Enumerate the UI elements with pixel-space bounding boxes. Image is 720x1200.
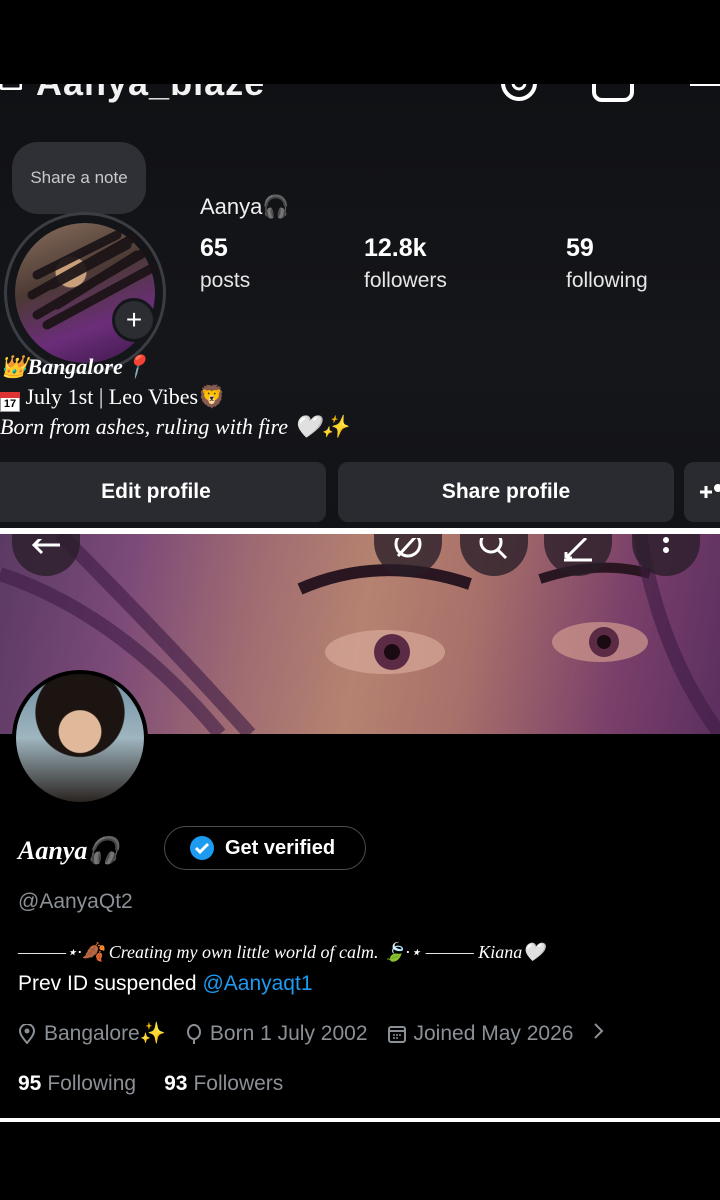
following-link[interactable]: 95 Following <box>18 1072 136 1096</box>
get-verified-label: Get verified <box>225 836 336 859</box>
bio-tagline: Born from ashes, ruling with fire 🤍✨ <box>0 414 349 439</box>
x-display-name: Aanya🎧 <box>18 836 120 865</box>
birth-item: Born 1 July 2002 <box>186 1022 368 1046</box>
x-avatar[interactable] <box>12 670 148 806</box>
bio-birthday-text: July 1st | Leo Vibes🦁 <box>25 384 226 409</box>
x-bio-line1: ———⋆·🍂 Creating my own little world of c… <box>18 942 545 962</box>
compose-icon <box>564 538 592 562</box>
stat-posts-value: 65 <box>200 234 228 262</box>
following-count: 95 <box>18 1072 42 1095</box>
location-item: Bangalore✨ <box>18 1022 166 1046</box>
bio-location: 👑Bangalore📍 <box>0 354 151 379</box>
back-arrow-icon <box>31 539 60 555</box>
x-bio-line2-text: Prev ID suspended <box>18 972 203 995</box>
add-post-icon[interactable] <box>592 84 634 107</box>
lock-icon <box>0 84 23 95</box>
share-note-bubble[interactable]: Share a note <box>12 142 146 214</box>
joined-text: Joined May 2026 <box>413 1022 574 1045</box>
calendar-emoji-icon: 17 <box>0 392 20 412</box>
bio-birthday: 17 July 1st | Leo Vibes🦁 <box>0 382 348 412</box>
joined-item: Joined May 2026 <box>387 1022 574 1046</box>
x-handle: @AanyaQt2 <box>18 890 133 913</box>
following-label: Following <box>47 1072 137 1095</box>
edit-profile-button[interactable]: Edit profile <box>0 462 326 522</box>
followers-count: 93 <box>164 1072 188 1095</box>
scribble-overlay <box>27 225 163 330</box>
birthday-icon <box>186 1024 201 1044</box>
x-bio-line2: Prev ID suspended @Aanyaqt1 <box>18 972 313 996</box>
search-icon <box>479 538 508 560</box>
add-story-button[interactable]: + <box>112 298 156 342</box>
birth-text: Born 1 July 2002 <box>209 1022 368 1045</box>
plus-icon: + <box>115 301 153 339</box>
followers-link[interactable]: 93 Followers <box>164 1072 283 1096</box>
verified-badge-icon <box>190 836 214 860</box>
location-text: Bangalore✨ <box>44 1022 166 1045</box>
ig-display-name: Aanya🎧 <box>200 194 290 219</box>
more-icon <box>663 537 669 553</box>
ig-bio: 👑Bangalore📍 17 July 1st | Leo Vibes🦁 Bor… <box>0 352 348 442</box>
stat-following-label: following <box>566 269 648 292</box>
stat-following-value: 59 <box>566 234 594 262</box>
stat-followers-label: followers <box>364 269 447 292</box>
bottom-divider <box>0 1118 720 1122</box>
threads-icon[interactable] <box>500 84 538 107</box>
followers-label: Followers <box>193 1072 284 1095</box>
add-person-icon <box>700 484 720 498</box>
x-meta-row: Bangalore✨ Born 1 July 2002 Joined May 2… <box>18 1022 605 1046</box>
x-follow-row: 95 Following 93 Followers <box>18 1072 283 1096</box>
prev-id-link[interactable]: @Aanyaqt1 <box>202 972 312 995</box>
instagram-profile-panel: Aanya_blaze Share a note + Aanya🎧 65 pos… <box>0 84 720 530</box>
location-icon <box>18 1024 36 1044</box>
share-profile-button[interactable]: Share profile <box>338 462 674 522</box>
stat-posts-label: posts <box>200 269 251 292</box>
stat-posts[interactable]: 65 posts <box>200 234 250 293</box>
grok-icon <box>394 538 422 558</box>
get-verified-button[interactable]: Get verified <box>164 826 366 870</box>
x-avatar-photo <box>16 674 144 802</box>
stat-followers[interactable]: 12.8k followers <box>364 234 447 293</box>
add-person-button[interactable] <box>684 462 720 522</box>
ig-username[interactable]: Aanya_blaze <box>36 84 265 104</box>
menu-icon[interactable] <box>690 84 720 99</box>
stat-following[interactable]: 59 following <box>566 234 648 293</box>
ig-header: Aanya_blaze <box>0 84 720 104</box>
x-profile-panel: Aanya🎧 Get verified @AanyaQt2 ———⋆·🍂 Cre… <box>0 534 720 1120</box>
chevron-right-icon[interactable] <box>593 1022 605 1046</box>
stat-followers-value: 12.8k <box>364 234 427 262</box>
calendar-icon <box>387 1026 406 1043</box>
ig-avatar[interactable] <box>4 212 166 374</box>
